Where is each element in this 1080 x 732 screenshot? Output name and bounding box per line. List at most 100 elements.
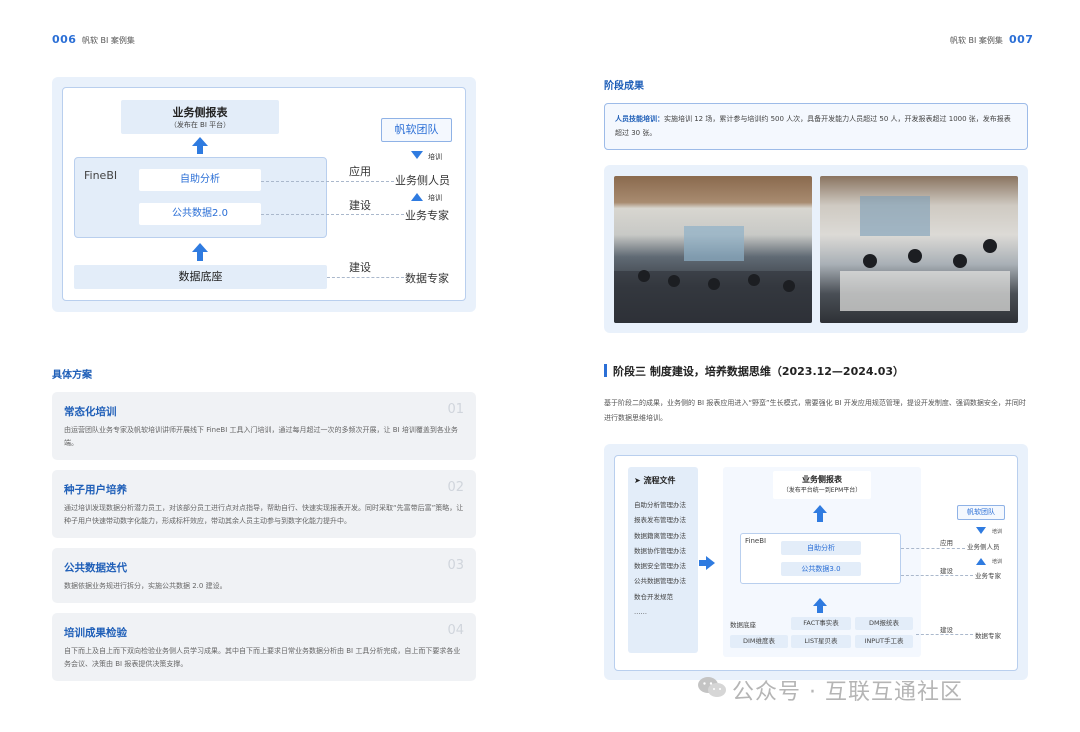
- plan-card-2: 种子用户培养 02 通过培训发现数据分析潜力员工，对该部分员工进行点对点指导，帮…: [52, 470, 476, 538]
- d1-data-base: 数据底座: [74, 265, 327, 289]
- d2-top-sub: （发布平台统一到EPM平台）: [782, 487, 862, 494]
- d1-arrow-up-icon-2: [192, 243, 208, 252]
- d2-finebi-label: FineBI: [745, 537, 767, 545]
- card-number: 04: [447, 623, 464, 638]
- card-title: 培训成果检验: [64, 627, 127, 639]
- flow-list: 自助分析管理办法 报表发布管理办法 数据籍离管理办法 数据协作管理办法 数据安全…: [634, 498, 686, 620]
- d1-apply-label: 应用: [349, 165, 371, 178]
- d1-train1: 培训: [428, 153, 442, 161]
- results-box: 人员技能培训：实施培训 12 场，累计参与培训约 500 人次，具备开发能力人员…: [604, 103, 1028, 150]
- card-title: 公共数据迭代: [64, 562, 127, 574]
- d1-data-expert: 数据专家: [405, 272, 449, 285]
- d1-up-small-arrow-icon: [411, 193, 423, 201]
- d2-right-arrow-icon: [706, 556, 715, 570]
- plan-title: 具体方案: [52, 370, 92, 381]
- d1-arrow-stem: [197, 146, 203, 154]
- card-title: 种子用户培养: [64, 484, 127, 496]
- d1-build-label-1: 建设: [349, 199, 371, 212]
- training-photo-2: [820, 176, 1018, 323]
- card-body: 自下而上及自上而下双向检验业务侧人员学习成果。其中自下而上要求日常业务数据分析由…: [64, 647, 461, 668]
- flow-title: 流程文件: [643, 476, 676, 485]
- d1-arrow-up-icon: [192, 137, 208, 146]
- d2-dm: DM报统表: [855, 617, 913, 630]
- d2-up-arrow-icon: [813, 505, 827, 513]
- flow-item: 公共数据管理办法: [634, 577, 686, 586]
- card-body: 由运营团队业务专家及帆软培训讲师开展线下 FineBI 工具入门培训，通过每月超…: [64, 426, 458, 447]
- wechat-icon: [697, 675, 727, 699]
- d1-down-arrow-icon: [411, 151, 423, 159]
- d1-biz-staff: 业务侧人员: [395, 174, 450, 187]
- d2-dash-2: [901, 575, 973, 576]
- d2-right-arrow-stem: [699, 560, 706, 566]
- card-number: 01: [447, 402, 464, 417]
- d2-fact: FACT事实表: [791, 617, 851, 630]
- flow-item: 自助分析管理办法: [634, 501, 686, 509]
- flow-arrow-icon: ➤: [634, 476, 644, 485]
- d2-base-area: 数据底座 FACT事实表 DM报统表 DIM维度表 LIST星贝表 INPUT手…: [728, 615, 916, 651]
- d2-up-arrow-stem-2: [817, 606, 823, 613]
- card-body: 数据依据业务规进行拆分，实施公共数据 2.0 建设。: [64, 582, 227, 590]
- left-page-number: 006: [52, 33, 77, 46]
- d2-team-box: 帆软团队: [957, 505, 1005, 520]
- d1-team-box: 帆软团队: [381, 118, 452, 142]
- d1-biz-expert: 业务专家: [405, 209, 449, 222]
- left-page-title: 帆软 BI 案例集: [82, 36, 135, 45]
- right-page-title: 帆软 BI 案例集: [950, 36, 1003, 45]
- d2-list: LIST星贝表: [791, 635, 851, 648]
- d1-build-label-2: 建设: [349, 261, 371, 274]
- results-text: 实施培训 12 场，累计参与培训约 500 人次，具备开发能力人员超过 50 人…: [615, 115, 1011, 137]
- d2-top-title: 业务侧报表: [802, 475, 842, 484]
- plan-card-1: 常态化培训 01 由运营团队业务专家及帆软培训讲师开展线下 FineBI 工具入…: [52, 392, 476, 460]
- d2-up-arrow-icon-2: [813, 598, 827, 606]
- stage3-title: 阶段三 制度建设，培养数据思维（2023.12—2024.03）: [613, 365, 905, 378]
- watermark-text: 公众号 · 互联互通社区: [732, 680, 963, 705]
- d1-self-analysis: 自助分析: [139, 169, 261, 191]
- flow-title-wrap: ➤ 流程文件: [634, 475, 676, 486]
- d2-up-small-arrow-icon: [976, 558, 986, 565]
- d2-biz-expert: 业务专家: [975, 572, 1001, 580]
- d2-top-box: 业务侧报表 （发布平台统一到EPM平台）: [773, 471, 871, 499]
- d1-dash-2: [261, 214, 404, 215]
- d2-input: INPUT手工表: [855, 635, 913, 648]
- d1-top-box: 业务侧报表 （发布在 BI 平台）: [121, 100, 279, 134]
- plan-card-3: 公共数据迭代 03 数据依据业务规进行拆分，实施公共数据 2.0 建设。: [52, 548, 476, 603]
- results-title: 阶段成果: [604, 81, 644, 92]
- d2-self-analysis: 自助分析: [781, 541, 861, 555]
- flow-item: ……: [634, 608, 647, 617]
- d2-apply-label: 应用: [940, 539, 953, 547]
- d2-train1: 培训: [992, 529, 1003, 535]
- flow-item: 数据安全管理办法: [634, 562, 686, 571]
- d2-dim: DIM维度表: [730, 635, 788, 648]
- d1-dash-3: [327, 277, 404, 278]
- card-body: 通过培训发现数据分析潜力员工，对该部分员工进行点对点指导，帮助自行、快速实现报表…: [64, 504, 464, 525]
- stage3-bar: [604, 364, 607, 377]
- d2-down-arrow-icon: [976, 527, 986, 534]
- d2-train2: 培训: [992, 559, 1003, 565]
- d1-top-title: 业务侧报表: [172, 106, 228, 119]
- card-number: 02: [447, 480, 464, 495]
- d2-dash-1: [901, 548, 965, 549]
- card-title: 常态化培训: [64, 406, 117, 418]
- stage3-body: 基于阶段二的成果，业务侧的 BI 报表应用进入“野蛮”生长模式，需要强化 BI …: [604, 399, 1026, 422]
- d2-biz-staff: 业务侧人员: [967, 543, 1000, 551]
- d2-build-label-2: 建设: [940, 626, 953, 634]
- d2-build-label-1: 建设: [940, 567, 953, 575]
- d1-public-data: 公共数据2.0: [139, 203, 261, 225]
- d1-dash-1: [261, 181, 394, 182]
- flow-item: 数仓开发规范: [634, 592, 673, 601]
- d2-dash-3: [916, 634, 973, 635]
- d2-base-title: 数据底座: [730, 621, 756, 629]
- training-photo-1: [614, 176, 812, 323]
- flow-item: 数据籍离管理办法: [634, 531, 686, 540]
- flow-box: ➤ 流程文件 自助分析管理办法 报表发布管理办法 数据籍离管理办法 数据协作管理…: [628, 467, 698, 653]
- results-label: 人员技能培训：: [615, 115, 664, 123]
- d1-top-sub: （发布在 BI 平台）: [169, 121, 231, 129]
- d1-arrow-stem-2: [197, 252, 203, 261]
- d2-up-arrow-stem: [817, 513, 823, 522]
- plan-card-4: 培训成果检验 04 自下而上及自上而下双向检验业务侧人员学习成果。其中自下而上要…: [52, 613, 476, 681]
- d1-train2: 培训: [428, 194, 442, 202]
- d2-public-data: 公共数据3.0: [781, 562, 861, 576]
- flow-item: 数据协作管理办法: [634, 546, 686, 555]
- flow-item: 报表发布管理办法: [634, 516, 686, 525]
- right-page-number: 007: [1009, 33, 1034, 46]
